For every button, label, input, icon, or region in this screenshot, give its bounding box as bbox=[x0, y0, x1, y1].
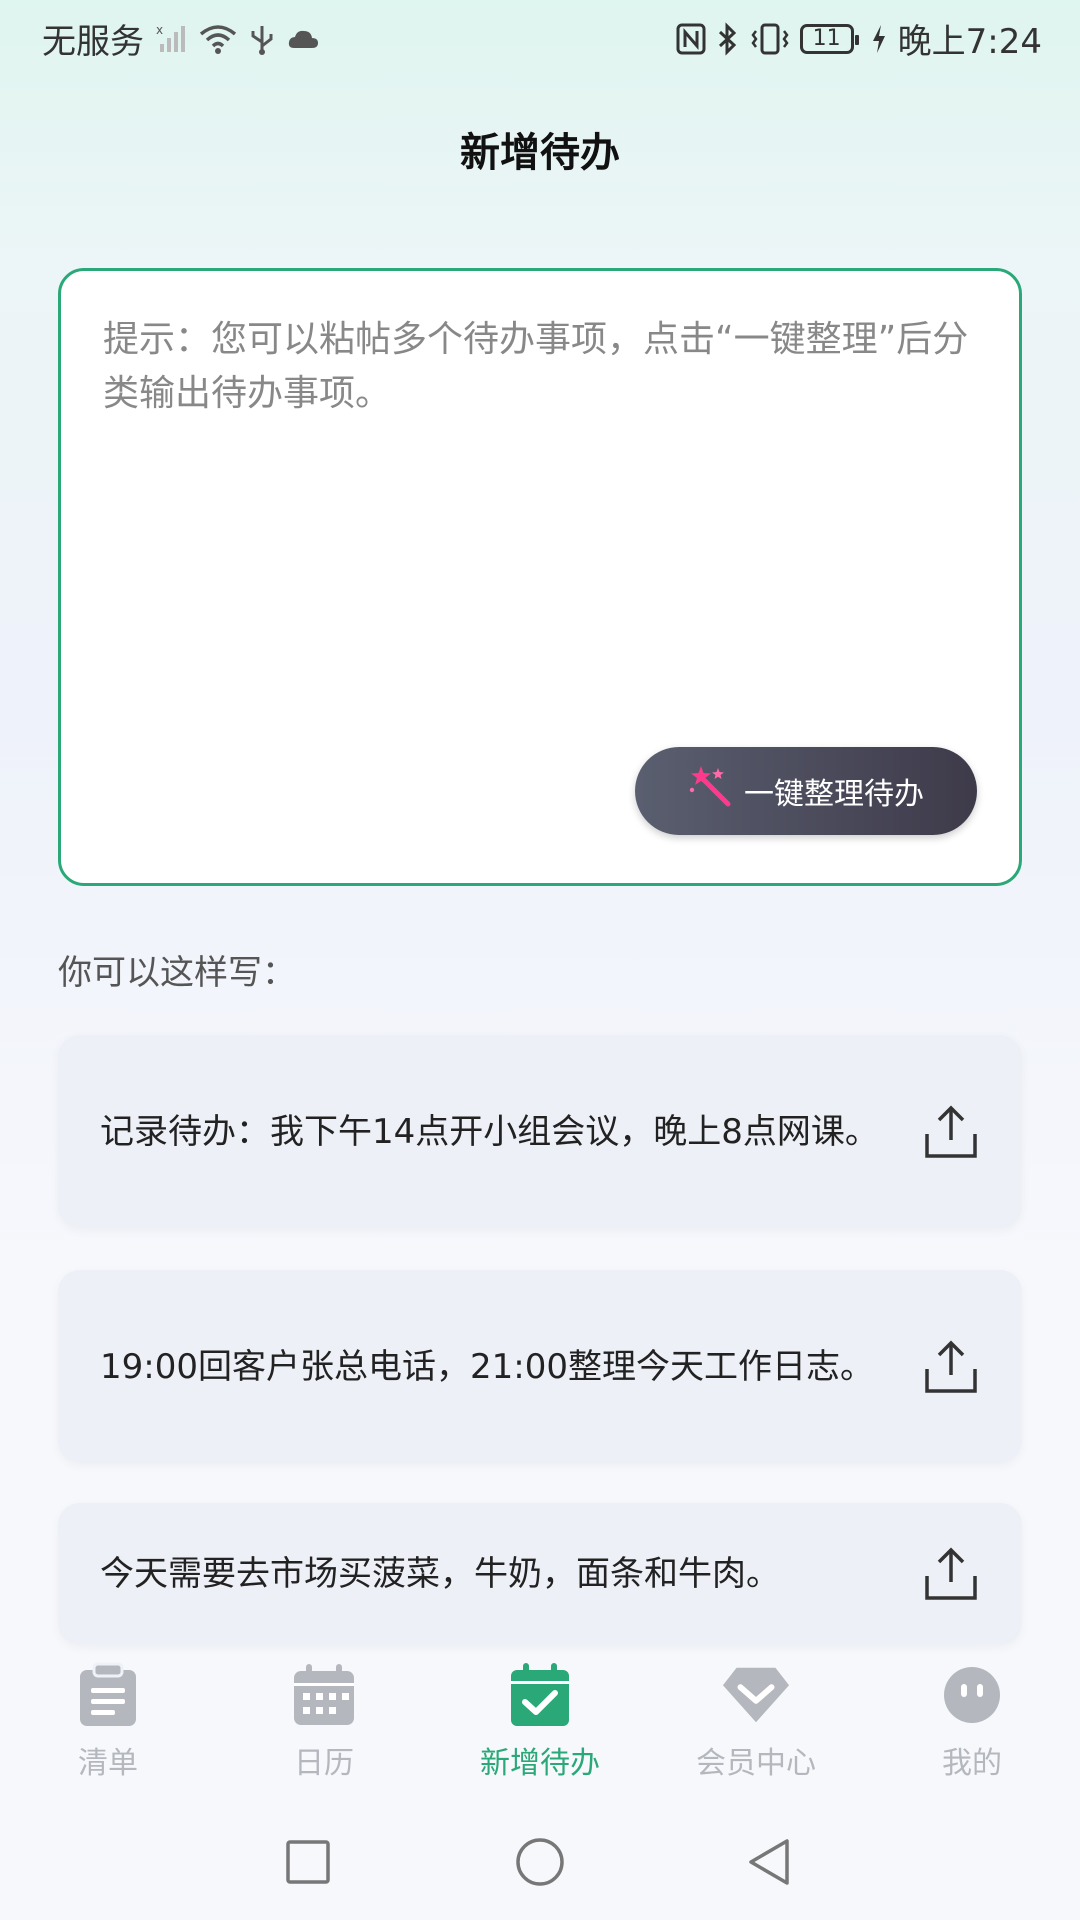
todo-input-card: 一键整理待办 bbox=[58, 268, 1022, 886]
tab-add-todo[interactable]: 新增待办 bbox=[460, 1660, 620, 1782]
back-button[interactable] bbox=[740, 1832, 800, 1892]
upload-icon[interactable] bbox=[920, 1101, 982, 1163]
status-right: 11 晚上7:24 bbox=[676, 14, 1042, 63]
tab-membership[interactable]: 会员中心 bbox=[676, 1660, 836, 1782]
magic-wand-icon bbox=[688, 764, 734, 818]
tab-mine[interactable]: 我的 bbox=[892, 1660, 1052, 1782]
circle-icon bbox=[516, 1838, 564, 1886]
tab-label: 清单 bbox=[78, 1746, 138, 1781]
wifi-icon bbox=[198, 22, 238, 56]
nfc-icon bbox=[676, 23, 706, 55]
tab-label: 会员中心 bbox=[696, 1746, 816, 1781]
page-title: 新增待办 bbox=[460, 130, 620, 176]
battery-icon: 11 bbox=[799, 23, 859, 54]
triangle-back-icon bbox=[749, 1839, 789, 1885]
bottom-tab-bar: 清单 日历 新增待办 会员中心 我的 bbox=[0, 1660, 1080, 1790]
signal-icon: x bbox=[154, 22, 188, 56]
status-left: 无服务 x bbox=[42, 14, 320, 63]
example-card[interactable]: 记录待办：我下午14点开小组会议，晚上8点网课。 bbox=[58, 1035, 1022, 1228]
status-bar: 无服务 x 11 晚上7:24 bbox=[0, 0, 1080, 76]
face-icon bbox=[937, 1660, 1007, 1730]
usb-icon bbox=[248, 22, 276, 56]
upload-icon[interactable] bbox=[920, 1543, 982, 1605]
organize-todos-label: 一键整理待办 bbox=[744, 777, 924, 812]
example-card[interactable]: 今天需要去市场买菠菜，牛奶，面条和牛肉。 bbox=[58, 1503, 1022, 1645]
bluetooth-icon bbox=[716, 21, 740, 56]
diamond-icon bbox=[721, 1660, 791, 1730]
organize-todos-button[interactable]: 一键整理待办 bbox=[635, 747, 977, 835]
square-icon bbox=[286, 1840, 330, 1884]
calendar-check-icon bbox=[505, 1660, 575, 1730]
upload-icon[interactable] bbox=[920, 1336, 982, 1398]
charging-icon bbox=[870, 23, 888, 55]
vibrate-icon bbox=[750, 22, 790, 56]
tab-label: 我的 bbox=[942, 1746, 1002, 1781]
recents-button[interactable] bbox=[278, 1832, 338, 1892]
examples-heading: 你可以这样写： bbox=[58, 953, 296, 993]
cloud-icon bbox=[286, 24, 320, 54]
calendar-icon bbox=[289, 1660, 359, 1730]
example-text: 19:00回客户张总电话，21:00整理今天工作日志。 bbox=[100, 1346, 874, 1387]
example-text: 记录待办：我下午14点开小组会议，晚上8点网课。 bbox=[100, 1111, 879, 1152]
clock-text: 晚上7:24 bbox=[897, 22, 1042, 62]
svg-text:x: x bbox=[156, 23, 163, 37]
system-nav-bar bbox=[0, 1818, 1080, 1908]
clipboard-icon bbox=[73, 1660, 143, 1730]
tab-list[interactable]: 清单 bbox=[28, 1660, 188, 1782]
todo-input[interactable] bbox=[101, 311, 985, 695]
tab-label: 日历 bbox=[294, 1746, 354, 1781]
example-text: 今天需要去市场买菠菜，牛奶，面条和牛肉。 bbox=[100, 1554, 780, 1594]
tab-calendar[interactable]: 日历 bbox=[244, 1660, 404, 1782]
tab-label: 新增待办 bbox=[480, 1746, 600, 1781]
home-button[interactable] bbox=[510, 1832, 570, 1892]
example-card[interactable]: 19:00回客户张总电话，21:00整理今天工作日志。 bbox=[58, 1270, 1022, 1463]
carrier-text: 无服务 bbox=[42, 22, 144, 62]
